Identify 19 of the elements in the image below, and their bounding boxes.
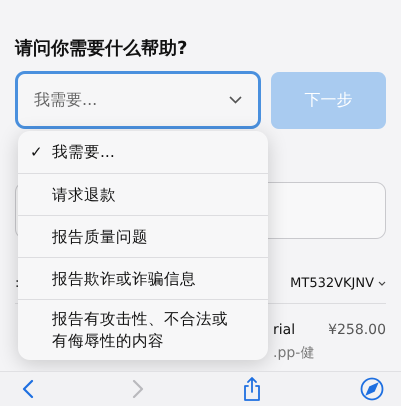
chevron-icon (378, 280, 386, 286)
share-icon[interactable] (242, 376, 262, 402)
menu-option[interactable]: ✓ 我需要... (18, 131, 268, 173)
check-icon: ✓ (30, 141, 43, 163)
product-price: ¥258.00 (328, 322, 386, 338)
menu-option[interactable]: 报告有攻击性、不合法或有侮辱性的内容 (18, 299, 268, 360)
menu-option[interactable]: 报告欺诈或诈骗信息 (18, 257, 268, 299)
product-name: rial (273, 322, 296, 338)
option-label: 我需要... (52, 142, 115, 163)
menu-option[interactable]: 请求退款 (18, 173, 268, 215)
page-title: 请问你需要什么帮助? (15, 37, 188, 61)
order-number[interactable]: MT532VKJNV (290, 276, 386, 290)
order-label: : (15, 276, 20, 290)
issue-dropdown[interactable]: 我需要... (15, 71, 261, 129)
back-icon[interactable] (22, 379, 34, 399)
product-subtitle: .pp-健 (273, 344, 316, 362)
compass-icon[interactable] (360, 377, 384, 401)
chevron-icon (229, 96, 242, 104)
menu-option[interactable]: 报告质量问题 (18, 215, 268, 257)
